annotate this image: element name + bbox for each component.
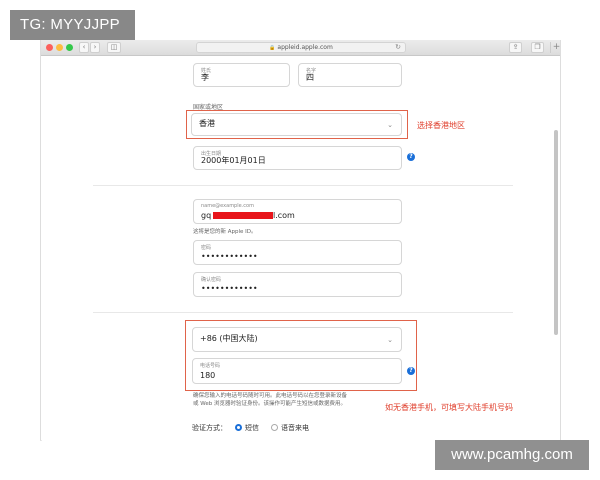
country-code-value: +86 (中国大陆) xyxy=(200,334,258,343)
section-divider xyxy=(93,185,513,186)
back-button[interactable]: ‹ xyxy=(79,42,89,53)
last-name-value: 李 xyxy=(201,73,209,82)
phone-helper-line-1: 确保您输入的电话号码随时可用。此电话号码以在您登录新设备 xyxy=(193,393,348,399)
phone-number-label: 电话号码 xyxy=(200,363,221,369)
browser-toolbar: ‹ › ◫ 🔒 appleid.apple.com ↻ ⇪ ❐ + xyxy=(41,40,560,56)
browser-window: ‹ › ◫ 🔒 appleid.apple.com ↻ ⇪ ❐ + 姓氏 李 名字… xyxy=(40,40,561,440)
birthday-value: 2000年01月01日 xyxy=(201,156,266,165)
verify-call-radio[interactable] xyxy=(271,424,278,431)
email-redaction xyxy=(213,212,273,219)
edge-marker: . xyxy=(40,436,42,443)
password-field[interactable]: 密码 •••••••••••• xyxy=(193,240,402,265)
country-code-select[interactable]: +86 (中国大陆) ⌄ xyxy=(192,327,402,352)
email-placeholder: name@example.com xyxy=(201,203,254,209)
share-button[interactable]: ⇪ xyxy=(509,42,522,53)
phone-info-icon[interactable]: ? xyxy=(407,367,415,375)
zoom-window-button[interactable] xyxy=(66,44,73,51)
confirm-password-label: 确认密码 xyxy=(201,277,222,283)
email-value-prefix: gq xyxy=(201,211,212,220)
annotation-mainland-phone: 如无香港手机，可填写大陆手机号码 xyxy=(385,403,513,412)
close-window-button[interactable] xyxy=(46,44,53,51)
phone-helper-line-2: 或 Web 浏览器时验证身份。该操作可能产生短信或数据费用。 xyxy=(193,401,346,407)
forward-button[interactable]: › xyxy=(90,42,100,53)
email-field[interactable]: name@example.com gq l.com xyxy=(193,199,402,224)
watermark-top-left: TG: MYYJJPP xyxy=(10,10,135,40)
password-value: •••••••••••• xyxy=(201,252,258,261)
vertical-scrollbar[interactable] xyxy=(554,130,558,335)
region-select[interactable]: 香港 ⌄ xyxy=(191,113,402,136)
tabs-overview-button[interactable]: ❐ xyxy=(531,42,544,53)
verify-method-label: 验证方式： xyxy=(192,424,227,432)
address-bar[interactable]: 🔒 appleid.apple.com ↻ xyxy=(196,42,406,53)
phone-number-field[interactable]: 电话号码 180 xyxy=(192,358,402,384)
verify-call-label[interactable]: 语音来电 xyxy=(281,423,309,433)
annotation-select-hk: 选择香港地区 xyxy=(417,121,465,130)
chevron-down-icon: ⌄ xyxy=(387,120,393,129)
birthday-info-icon[interactable]: ? xyxy=(407,153,415,161)
section-divider-2 xyxy=(93,312,513,313)
reload-icon[interactable]: ↻ xyxy=(395,43,401,52)
email-helper-text: 这将是您的新 Apple ID。 xyxy=(193,229,257,235)
minimize-window-button[interactable] xyxy=(56,44,63,51)
first-name-value: 四 xyxy=(306,73,314,82)
watermark-bottom-right: www.pcamhg.com xyxy=(435,440,589,470)
last-name-field[interactable]: 姓氏 李 xyxy=(193,63,290,87)
phone-number-value: 180 xyxy=(200,371,216,380)
chevron-down-icon: ⌄ xyxy=(387,335,393,344)
verify-sms-radio[interactable] xyxy=(235,424,242,431)
birthday-field[interactable]: 出生日期 2000年01月01日 xyxy=(193,146,402,170)
lock-icon: 🔒 xyxy=(269,45,276,51)
region-select-value: 香港 xyxy=(199,119,215,128)
first-name-field[interactable]: 名字 四 xyxy=(298,63,402,87)
sidebar-toggle-button[interactable]: ◫ xyxy=(107,42,121,53)
confirm-password-field[interactable]: 确认密码 •••••••••••• xyxy=(193,272,402,297)
password-label: 密码 xyxy=(201,245,212,251)
address-bar-url: appleid.apple.com xyxy=(277,44,333,51)
verify-sms-label[interactable]: 短信 xyxy=(245,423,259,433)
email-value-suffix: l.com xyxy=(273,211,295,220)
new-tab-button[interactable]: + xyxy=(550,42,560,53)
confirm-password-value: •••••••••••• xyxy=(201,284,258,293)
